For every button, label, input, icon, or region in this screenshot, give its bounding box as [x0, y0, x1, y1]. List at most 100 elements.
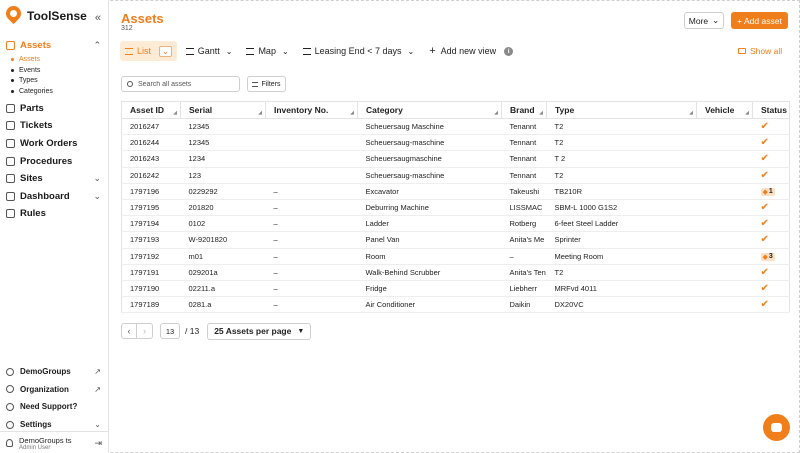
table-row[interactable]: 1797194 0102– Ladder Rotberg 6-feet Steel La…: [121, 215, 790, 233]
table-row[interactable]: 2016247 12345 Scheuersaug Maschine Tenannt T…: [121, 118, 790, 136]
table-cell: Room: [357, 248, 502, 265]
sidebar-subitem-assets[interactable]: Assets: [0, 55, 108, 66]
logout-icon[interactable]: ⇥: [94, 438, 102, 449]
sidebar-item-dashboard[interactable]: Dashboard ⌄: [0, 188, 108, 206]
checkmark-icon: ✔: [760, 121, 769, 133]
brand[interactable]: ToolSense: [2, 2, 105, 26]
chevron-down-icon[interactable]: ⌄: [226, 47, 233, 56]
table-row[interactable]: 1797191 029201a – Walk-Behind Scrubber Anita…: [121, 264, 790, 281]
table-cell: Tennant: [501, 150, 547, 168]
table-row[interactable]: 1797190 02211.a – Fridge Liebherr MRFvd 4011 ✔: [121, 280, 790, 298]
prev-page-button[interactable]: ‹: [121, 323, 137, 339]
table-cell: ✔: [752, 280, 790, 298]
tab-gantt[interactable]: Gantt ⌄: [181, 41, 238, 61]
add-new-view-button[interactable]: + Add new view i: [429, 41, 514, 61]
column-header[interactable]: Brand ◢: [501, 101, 547, 119]
table-cell: LISSMAC: [501, 199, 547, 217]
table-cell: Ladder: [357, 215, 502, 233]
table-row[interactable]: 2016242 123 Scheuersaug-maschine Tennant T2 ✔: [121, 167, 790, 184]
resize-handle-icon[interactable]: ◢: [258, 110, 262, 116]
table-cell: 1797192: [121, 248, 181, 265]
table-row[interactable]: 1797192 m01– Room – Meeting Room ◆ 3: [121, 248, 790, 265]
table-cell: –: [265, 248, 358, 265]
wrench-icon: [6, 139, 15, 149]
sidebar-subitem-types[interactable]: Types: [0, 76, 108, 87]
pagination: ‹ › 13 / 13 25 Assets per page ▼: [121, 322, 312, 340]
chevron-down-icon[interactable]: ⌄: [407, 47, 414, 56]
table-row[interactable]: 1797189 0281.a – Air Conditioner Daikin DX20V…: [121, 296, 790, 314]
resize-handle-icon[interactable]: ◢: [494, 110, 498, 116]
sidebar-item-work-orders[interactable]: Work Orders: [0, 135, 108, 153]
chevron-down-icon[interactable]: ⌄: [93, 173, 101, 184]
table-cell: 201820: [180, 199, 266, 217]
sidebar-item-label: Rules: [20, 208, 46, 220]
table-row[interactable]: 1797193 W-9201820– Panel Van Anita's Me Spri…: [121, 231, 790, 249]
sidebar-subitem-categories[interactable]: Categories: [0, 86, 108, 97]
table-row[interactable]: 2016244 12345 Scheuersaug-maschine Tennant T…: [121, 134, 790, 152]
status-badge[interactable]: ◆ 3: [760, 252, 775, 261]
procedure-icon: [6, 156, 15, 166]
resize-handle-icon[interactable]: ◢: [745, 110, 749, 116]
column-header[interactable]: Category ◢: [357, 101, 502, 119]
add-asset-button[interactable]: + Add asset: [731, 12, 788, 29]
sidebar-item-sites[interactable]: Sites ⌄: [0, 170, 108, 188]
resize-handle-icon[interactable]: ◢: [689, 110, 693, 116]
sidebar-item-demogroups[interactable]: DemoGroups ↗: [0, 363, 108, 381]
table-cell: ✔: [752, 264, 790, 281]
plus-icon: +: [429, 45, 436, 57]
chevron-down-icon[interactable]: ⌄: [159, 45, 172, 57]
table-cell: ◆ 3: [752, 248, 790, 265]
chat-button[interactable]: [763, 414, 790, 441]
external-link-icon: ↗: [94, 384, 101, 394]
column-header[interactable]: Type ◢: [546, 101, 697, 119]
table-row[interactable]: 1797195 201820– Deburring Machine LISSMAC SB…: [121, 199, 790, 217]
search-box[interactable]: [121, 76, 240, 92]
table-cell: Air Conditioner: [357, 296, 502, 314]
status-badge[interactable]: ◆ 1: [760, 187, 775, 196]
sidebar-item-parts[interactable]: Parts: [0, 100, 108, 118]
table-cell: ✔: [752, 118, 790, 136]
sidebar-subitem-events[interactable]: Events: [0, 65, 108, 76]
column-header[interactable]: Serial ◢: [180, 101, 266, 119]
sidebar-item-organization[interactable]: Organization ↗: [0, 381, 108, 399]
table-cell: 6-feet Steel Ladder: [546, 215, 697, 233]
checkmark-icon: ✔: [760, 299, 769, 311]
table-row[interactable]: 2016243 1234 Scheuersaugmaschine Tennant T 2…: [121, 150, 790, 168]
chevron-up-icon[interactable]: ⌃: [93, 40, 101, 51]
sidebar-item-support[interactable]: Need Support?: [0, 398, 108, 416]
tab-leasing-end[interactable]: Leasing End < 7 days ⌄: [298, 41, 420, 61]
tab-map[interactable]: Map ⌄: [241, 41, 293, 61]
next-page-button[interactable]: ›: [137, 323, 153, 339]
sidebar-item-tickets[interactable]: Tickets: [0, 117, 108, 135]
page-number-input[interactable]: 13: [160, 323, 180, 339]
resize-handle-icon[interactable]: ◢: [350, 110, 354, 116]
info-icon[interactable]: i: [504, 46, 514, 56]
sidebar-item-label: Sites: [20, 173, 43, 185]
filters-button[interactable]: Filters: [247, 76, 286, 92]
collapse-sidebar-icon[interactable]: «: [95, 12, 101, 24]
checkmark-icon: ✔: [760, 218, 769, 230]
resize-handle-icon[interactable]: ◢: [173, 110, 177, 116]
sidebar-item-rules[interactable]: Rules: [0, 205, 108, 223]
column-header[interactable]: Vehicle ◢: [696, 101, 753, 119]
table-cell: T2: [546, 264, 697, 281]
column-header[interactable]: Inventory No. ◢: [265, 101, 358, 119]
resize-handle-icon[interactable]: ◢: [539, 110, 543, 116]
more-button[interactable]: More ⌄: [684, 12, 724, 29]
per-page-select[interactable]: 25 Assets per page ▼: [207, 322, 312, 340]
sidebar-item-assets[interactable]: Assets ⌃: [0, 37, 108, 55]
column-header[interactable]: Status: [752, 101, 790, 119]
table-cell: –: [265, 199, 358, 217]
table-cell: 2016247: [121, 118, 181, 136]
search-input[interactable]: [138, 80, 233, 88]
user-profile[interactable]: DemoGroups ts Admin User ⇥: [0, 431, 108, 453]
tab-list[interactable]: List ⌄: [120, 41, 177, 61]
table-row[interactable]: 1797196 0229292– Excavator Takeushi TB210R ◆ 1: [121, 183, 790, 200]
chevron-down-icon[interactable]: ⌄: [93, 191, 101, 202]
chevron-down-icon[interactable]: ⌄: [94, 420, 101, 429]
show-all-button[interactable]: Show all: [738, 46, 782, 56]
column-header[interactable]: Asset ID ◢: [121, 101, 181, 119]
table-cell: 1797191: [121, 264, 181, 281]
sidebar-item-procedures[interactable]: Procedures: [0, 152, 108, 170]
chevron-down-icon[interactable]: ⌄: [282, 47, 289, 56]
